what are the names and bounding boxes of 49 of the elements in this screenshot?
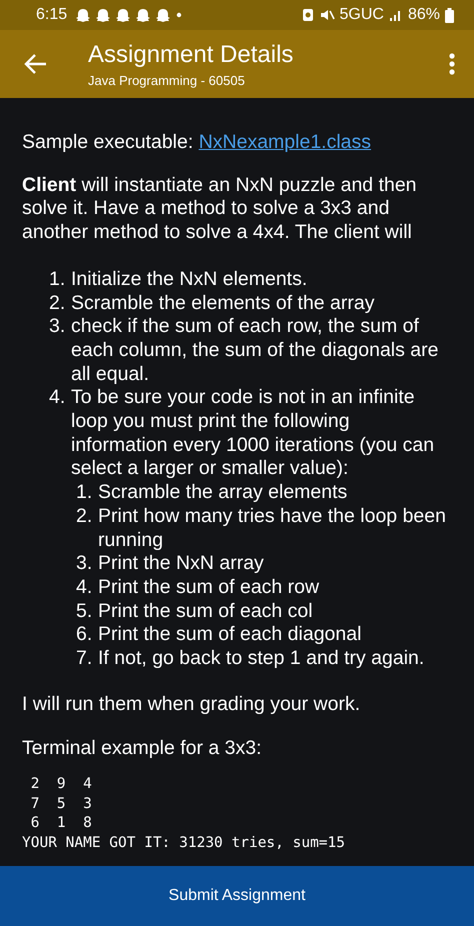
step-text: To be sure your code is not in an infinite loop you must print the following information every 1000 iterations (you can select a larger or smaller value):: [71, 386, 436, 482]
substep-text: Print the sum of each col: [98, 600, 314, 624]
substep-number: 7.: [76, 647, 94, 671]
step-text: Scramble the elements of the array: [71, 292, 376, 316]
substep-number: 3.: [76, 552, 94, 576]
clock-time: 6:15: [36, 6, 68, 24]
terminal-line: 2 9 4: [30, 775, 93, 794]
dot-icon: [176, 12, 182, 18]
substep-text: Print how many tries have the loop been running: [98, 504, 447, 552]
terminal-line: 7 5 3: [30, 794, 93, 814]
back-arrow-icon[interactable]: [24, 53, 48, 75]
ghost-icon: [116, 8, 132, 22]
terminal-label: Terminal example for a 3x3:: [22, 737, 263, 762]
substep-number: 2.: [76, 504, 94, 529]
step-number: 4.: [49, 386, 66, 410]
step-text: Initialize the NxN elements.: [71, 268, 308, 292]
battery-percent: 86%: [408, 6, 440, 24]
step-number: 1.: [49, 268, 66, 292]
step-number: 2.: [49, 292, 66, 316]
substep-number: 6.: [76, 623, 94, 648]
step-text: check if the sum of each row, the sum of each column, the sum of the diagonals are all equal.: [71, 315, 440, 386]
submit-button[interactable]: Submit Assignment: [0, 866, 474, 926]
substep-number: 5.: [76, 600, 94, 624]
network-label: 5GUC: [340, 6, 384, 24]
battery-icon: [445, 8, 454, 22]
substep-text: Scramble the array elements: [98, 481, 348, 505]
file-link[interactable]: NxNexample1.class: [198, 131, 372, 153]
substep-text: Print the sum of each diagonal: [98, 623, 362, 648]
sample-label: Sample executable:: [22, 131, 194, 153]
course-subtitle: Java Programming - 60505: [88, 72, 246, 88]
description-paragraph: Client will instantiate an NxN puzzle and then solve it. Have a method to solve a 3x3 and another method to solve a 4x4. The client will: [22, 174, 418, 245]
signal-icon: [388, 8, 403, 22]
substep-text: Print the sum of each row: [98, 576, 320, 600]
ghost-icon: [156, 8, 172, 22]
mute-icon: [318, 8, 335, 22]
ghost-icon: [136, 8, 152, 22]
page-title: Assignment Details: [88, 40, 294, 68]
step-number: 3.: [49, 315, 66, 340]
terminal-line: 6 1 8: [30, 814, 93, 834]
substep-number: 1.: [76, 481, 94, 505]
terminal-line: YOUR NAME GOT IT: 31230 tries, sum=15: [22, 834, 346, 853]
ghost-icon: [76, 8, 92, 22]
substep-text: Print the NxN array: [98, 552, 265, 576]
closing-text: I will run them when grading your work.: [22, 692, 362, 716]
ghost-icon: [96, 8, 112, 22]
substep-number: 4.: [76, 576, 94, 600]
more-options-icon[interactable]: [448, 52, 456, 76]
substep-text: If not, go back to step 1 and try again.: [98, 647, 426, 671]
battery-saver-icon: [302, 8, 314, 22]
